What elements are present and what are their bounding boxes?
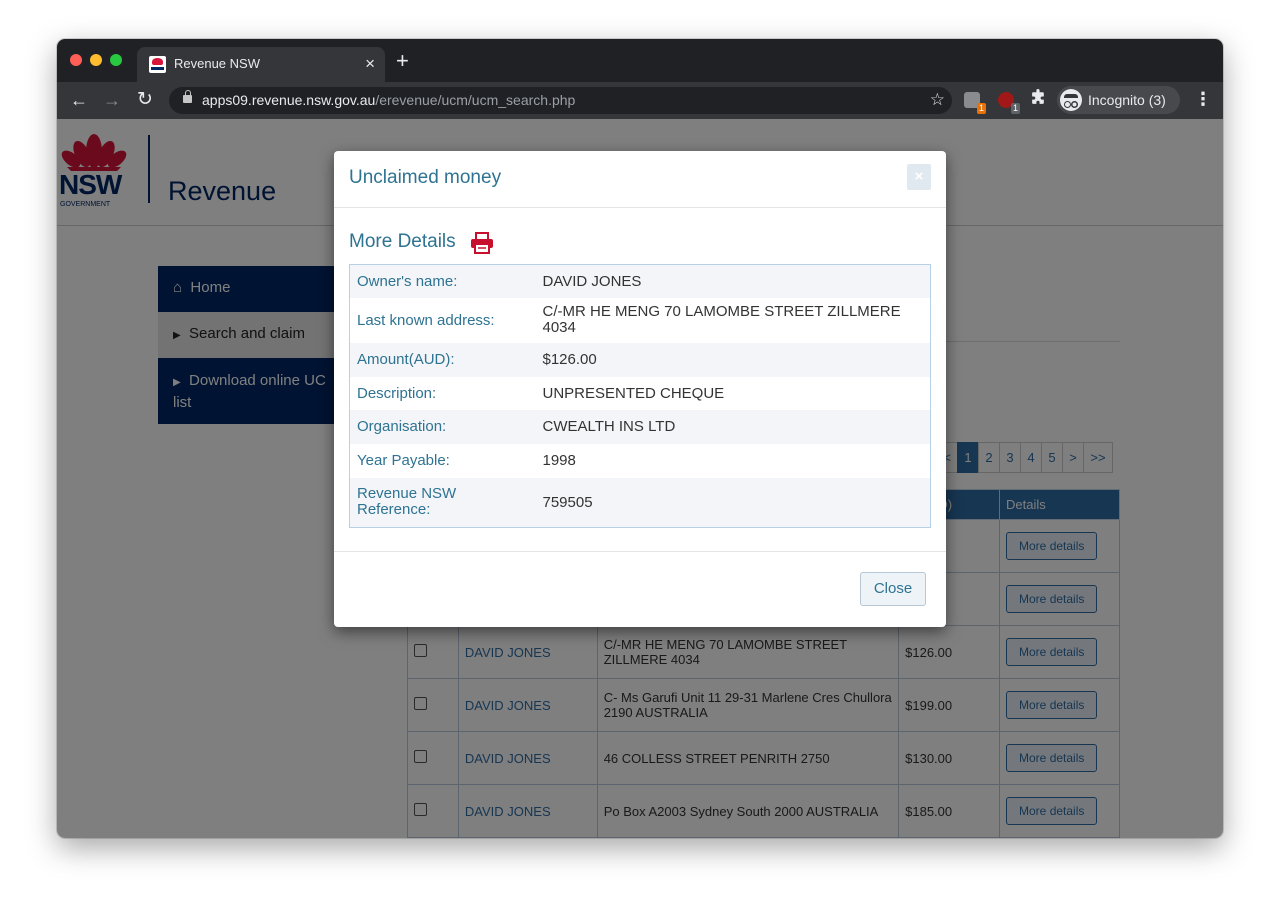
tab-strip: Revenue NSW × + (57, 39, 1223, 82)
tab-title: Revenue NSW (174, 56, 260, 71)
incognito-icon (1060, 89, 1082, 111)
detail-value: C/-MR HE MENG 70 LAMOMBE STREET ZILLMERE… (542, 303, 901, 336)
lock-icon[interactable] (183, 90, 192, 103)
detail-row: Last known address: C/-MR HE MENG 70 LAM… (350, 298, 931, 343)
close-window-button[interactable] (70, 54, 82, 66)
print-icon[interactable] (470, 232, 494, 254)
detail-label: Last known address: (357, 311, 495, 329)
maximize-window-button[interactable] (110, 54, 122, 66)
extension-badge: 1 (976, 103, 986, 114)
forward-arrow-icon[interactable]: → (103, 89, 121, 111)
detail-row: Amount(AUD): $126.00 (349, 342, 931, 377)
detail-value: 1998 (542, 452, 576, 469)
details-table: Owner's name: DAVID JONES Last known add… (349, 264, 931, 528)
page-content: NSW GOVERNMENT Revenue ⌂ Home ▶ Search a… (57, 119, 1223, 838)
extensions-puzzle-icon[interactable] (1030, 89, 1047, 106)
reload-icon[interactable]: ↻ (137, 89, 153, 111)
bookmark-star-icon[interactable]: ☆ (930, 90, 945, 110)
detail-label: Amount(AUD): (357, 351, 455, 368)
extension-icon[interactable]: 1 (964, 92, 986, 114)
detail-value: UNPRESENTED CHEQUE (542, 384, 725, 402)
back-arrow-icon[interactable]: ← (70, 89, 88, 111)
detail-label: Year Payable: (357, 452, 450, 469)
more-details-heading: More Details (349, 231, 456, 252)
address-bar[interactable]: apps09.revenue.nsw.gov.au/erevenue/ucm/u… (169, 87, 952, 114)
modal-footer-divider (334, 551, 946, 552)
detail-label: Description: (357, 384, 437, 402)
detail-label: Revenue NSW Reference: (357, 485, 457, 519)
browser-tab[interactable]: Revenue NSW × (137, 47, 385, 82)
new-tab-button[interactable]: + (396, 50, 409, 72)
browser-menu-icon[interactable]: ⋮ (1194, 89, 1212, 109)
detail-label: Organisation: (357, 418, 447, 435)
incognito-label: Incognito (3) (1088, 92, 1166, 108)
detail-row: Year Payable: 1998 (350, 444, 931, 478)
unclaimed-money-modal: Unclaimed money × More Details Owner's n… (334, 151, 946, 627)
close-button[interactable]: Close (860, 572, 926, 606)
tab-close-icon[interactable]: × (365, 54, 375, 74)
minimize-window-button[interactable] (90, 54, 102, 66)
detail-value: 759505 (542, 493, 593, 511)
url-text[interactable]: apps09.revenue.nsw.gov.au/erevenue/ucm/u… (202, 92, 575, 108)
detail-row: Description: UNPRESENTED CHEQUE (350, 377, 931, 410)
ublock-extension-icon[interactable]: 1 (998, 92, 1020, 114)
incognito-indicator[interactable]: Incognito (3) (1057, 86, 1180, 114)
browser-toolbar: ← → ↻ apps09.revenue.nsw.gov.au/erevenue… (57, 82, 1223, 119)
modal-close-icon[interactable]: × (907, 164, 931, 190)
detail-row: Organisation: CWEALTH INS LTD (349, 409, 931, 444)
detail-value: $126.00 (542, 351, 597, 368)
detail-row: Owner's name: DAVID JONES (349, 264, 931, 298)
nsw-favicon-icon (149, 56, 166, 73)
detail-value: CWEALTH INS LTD (542, 418, 676, 435)
extension-badge: 1 (1010, 103, 1020, 114)
detail-row: Revenue NSW Reference: 759505 (349, 477, 931, 528)
browser-window: Revenue NSW × + ← → ↻ apps09.revenue.nsw… (57, 39, 1223, 838)
detail-value: DAVID JONES (542, 272, 642, 290)
modal-title: Unclaimed money (349, 167, 502, 188)
modal-header: Unclaimed money × (334, 151, 946, 208)
detail-label: Owner's name: (357, 272, 458, 290)
